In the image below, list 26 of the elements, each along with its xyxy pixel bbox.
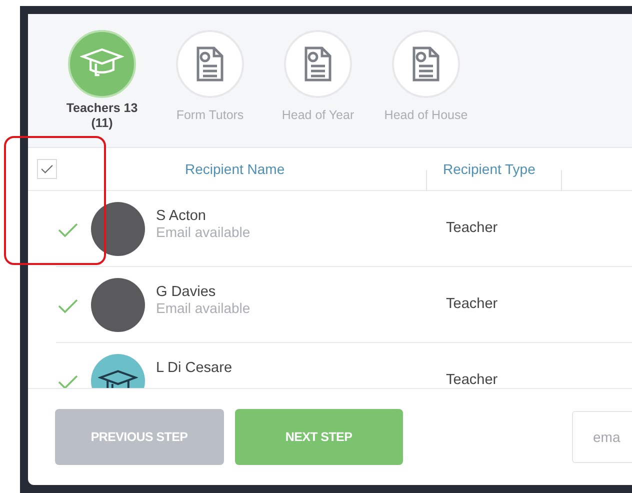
document-icon bbox=[195, 46, 225, 82]
check-icon[interactable] bbox=[58, 374, 78, 388]
check-icon[interactable] bbox=[58, 298, 78, 314]
recipient-group-tab[interactable]: Head of Year bbox=[264, 30, 372, 147]
recipient-group-tab[interactable]: Head of House bbox=[372, 30, 480, 147]
recipient-name: G Davies bbox=[156, 284, 217, 300]
next-step-button[interactable]: NEXT STEP bbox=[234, 409, 403, 465]
photo-placeholder bbox=[91, 278, 145, 332]
document-icon bbox=[303, 46, 333, 82]
select-all-checkbox[interactable] bbox=[37, 159, 57, 179]
photo-placeholder bbox=[91, 202, 145, 256]
column-header: Recipient Name bbox=[185, 161, 285, 177]
document-icon bbox=[411, 46, 441, 82]
recipient-type: Teacher bbox=[446, 220, 498, 236]
check-icon bbox=[41, 164, 53, 174]
email-field[interactable]: ema bbox=[572, 411, 632, 463]
email-status: Email available bbox=[156, 300, 252, 316]
recipient-name: L Di Cesare bbox=[156, 360, 234, 376]
recipient-type: Teacher bbox=[446, 296, 498, 312]
recipient-type: Teacher bbox=[446, 372, 498, 388]
email-status: Email available bbox=[156, 224, 252, 240]
recipient-name: S Acton bbox=[156, 208, 207, 224]
recipient-group-tab[interactable]: Form Tutors bbox=[156, 30, 264, 147]
recipient-group-tab[interactable]: Teachers 13 (11) bbox=[48, 30, 156, 147]
column-header: Recipient Type bbox=[443, 161, 536, 177]
check-icon[interactable] bbox=[58, 222, 78, 238]
